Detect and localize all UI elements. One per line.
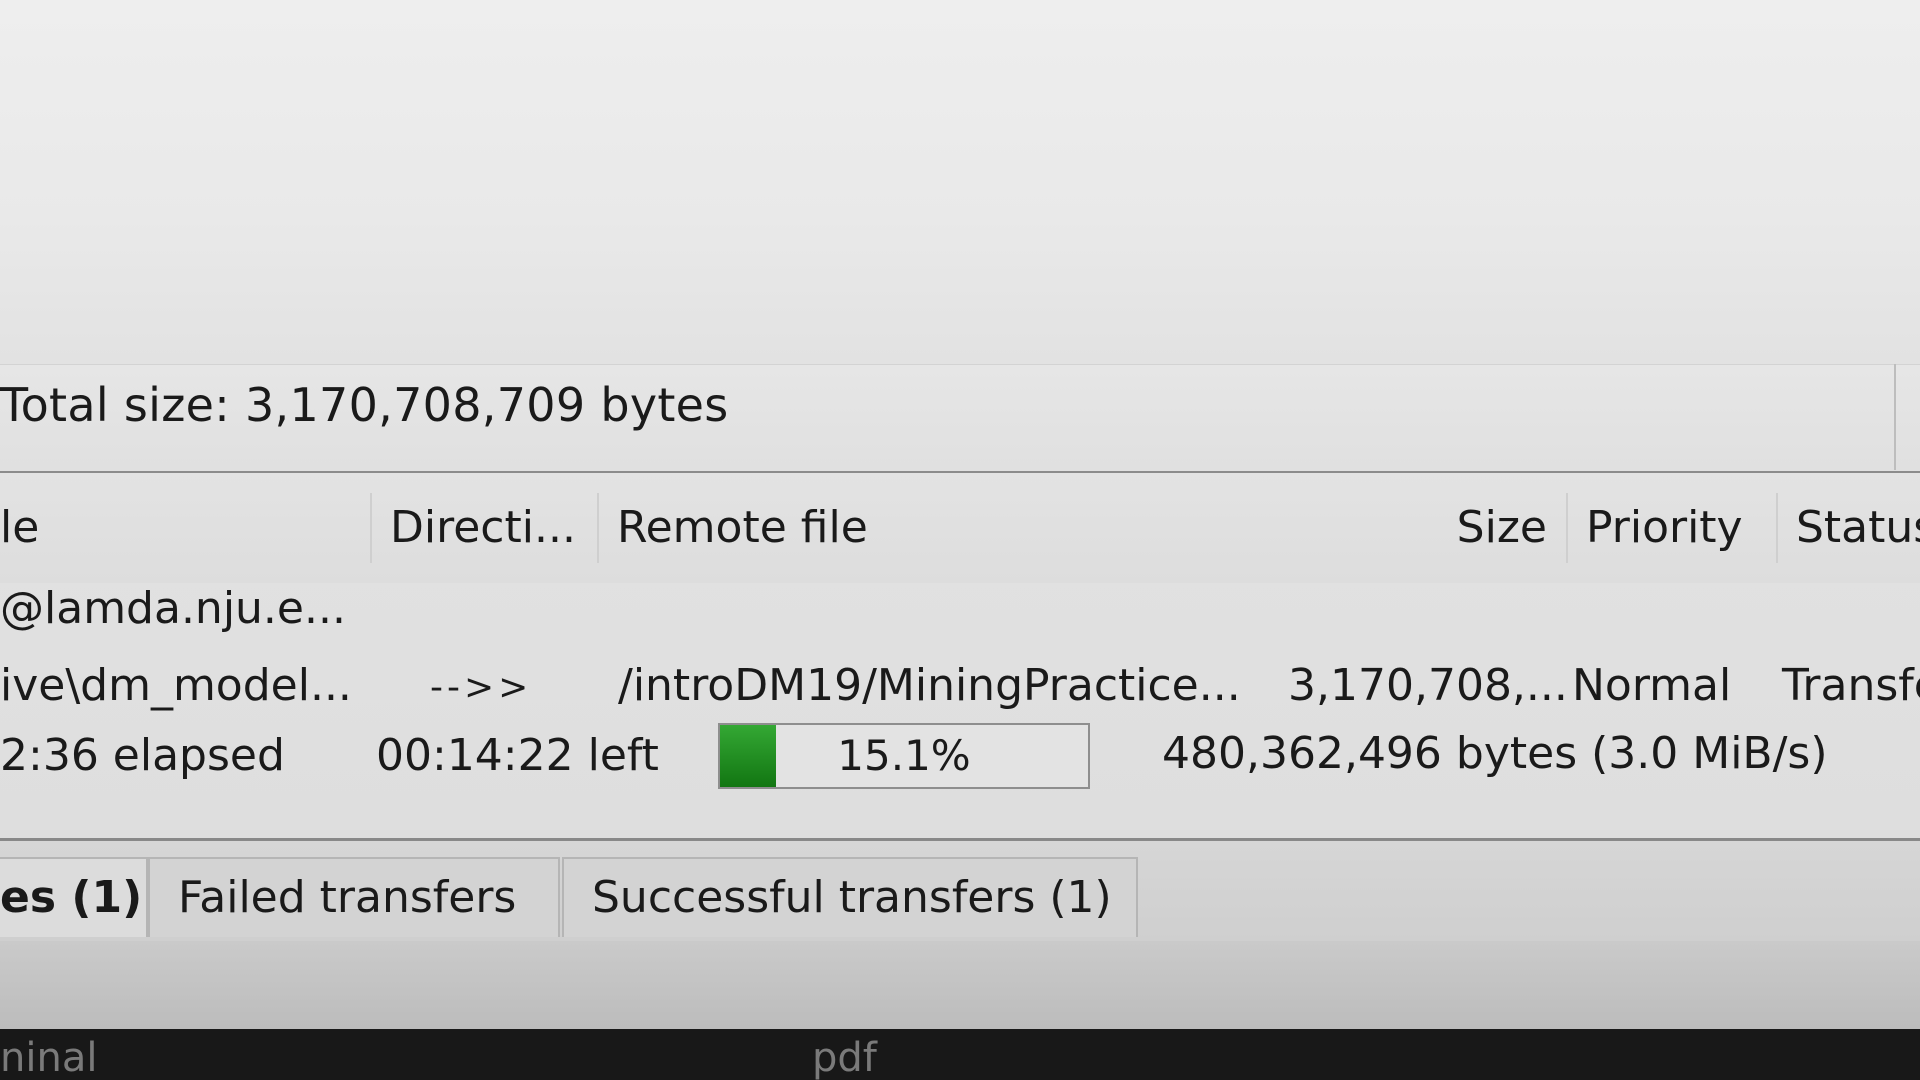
queue-file-size: 3,170,708,... — [1288, 660, 1568, 711]
taskbar-item-terminal[interactable]: ninal — [0, 1029, 97, 1080]
tab-successful-transfers[interactable]: Successful transfers (1) — [562, 857, 1138, 937]
transferred-bytes: 480,362,496 bytes (3.0 MiB/s) — [1162, 728, 1828, 779]
transfer-queue: le Directi... Remote file Size Priority … — [0, 473, 1920, 841]
total-size-label: Total size: 3,170,708,709 bytes — [0, 378, 729, 432]
scrollbar[interactable] — [1894, 364, 1920, 470]
taskbar-item-pdf[interactable]: pdf — [812, 1029, 877, 1080]
queue-priority: Normal — [1572, 660, 1732, 711]
column-header-status[interactable]: Status — [1776, 493, 1920, 563]
queue-server-name[interactable]: @lamda.nju.e... — [0, 581, 346, 637]
window-bottom-edge — [0, 941, 1920, 1029]
queue-direction-arrow: -->> — [430, 667, 533, 708]
filezilla-window: Total size: 3,170,708,709 bytes le Direc… — [0, 0, 1920, 1080]
queue-remote-file[interactable]: /introDM19/MiningPractice... — [618, 658, 1241, 714]
transfer-progress-bar: 15.1% — [718, 723, 1090, 789]
elapsed-time: 2:36 elapsed — [0, 730, 285, 781]
column-header-priority[interactable]: Priority — [1566, 493, 1776, 563]
queue-tab-strip: es (1) Failed transfers Successful trans… — [0, 841, 1920, 941]
message-log-pane[interactable] — [0, 0, 1920, 364]
tab-queued-files[interactable]: es (1) — [0, 857, 148, 937]
queue-status: Transfe — [1782, 660, 1920, 711]
column-header-local-file[interactable]: le — [0, 493, 352, 563]
taskbar: ninal pdf — [0, 1029, 1920, 1080]
tab-failed-transfers[interactable]: Failed transfers — [148, 857, 560, 937]
queue-column-header: le Directi... Remote file Size Priority … — [0, 473, 1920, 583]
column-header-size[interactable]: Size — [1270, 493, 1565, 563]
queue-local-file[interactable]: ive\dm_model... — [0, 658, 352, 714]
time-left: 00:14:22 left — [376, 730, 659, 781]
column-header-direction[interactable]: Directi... — [370, 493, 585, 563]
progress-percent: 15.1% — [837, 731, 971, 780]
